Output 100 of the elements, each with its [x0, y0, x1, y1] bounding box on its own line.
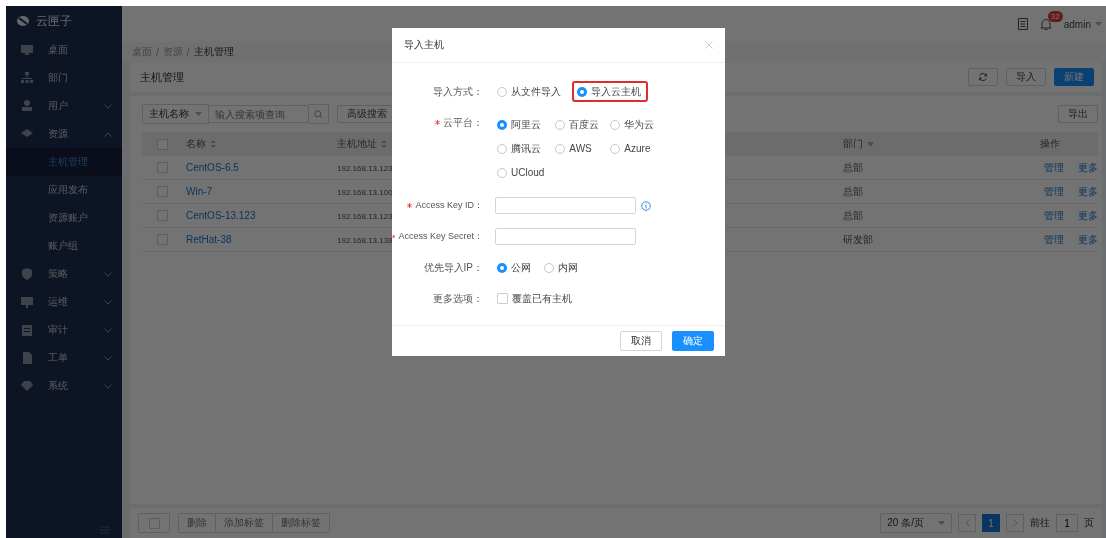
- goto-label: 前往: [1030, 516, 1050, 530]
- required-icon: [407, 203, 413, 208]
- chevron-right-icon: [1012, 519, 1018, 527]
- field-label: Access Key ID：: [415, 199, 483, 212]
- export-button[interactable]: 导出: [1058, 105, 1098, 123]
- radio-option[interactable]: 阿里云: [495, 114, 550, 135]
- cancel-button[interactable]: 取消: [620, 331, 662, 351]
- sidebar-item[interactable]: 用户: [6, 92, 122, 120]
- sidebar-item[interactable]: 系统: [6, 372, 122, 400]
- action-link[interactable]: 更多: [1074, 184, 1098, 199]
- page-size-select[interactable]: 20 条/页: [880, 513, 952, 533]
- user-name[interactable]: admin: [1063, 18, 1091, 30]
- host-name-link[interactable]: CentOS-6.5: [182, 162, 239, 173]
- radio-option[interactable]: Azure: [608, 138, 660, 159]
- chevron-left-icon: [964, 519, 970, 527]
- action-link[interactable]: 更多: [1074, 160, 1098, 175]
- caret-icon[interactable]: [195, 112, 202, 116]
- chevron-down-icon: [104, 327, 112, 333]
- page-suffix: 页: [1084, 516, 1094, 530]
- chevron-down-icon: [104, 271, 112, 277]
- page-title: 主机管理: [140, 69, 185, 85]
- action-link[interactable]: 更多: [1074, 232, 1098, 247]
- sort-icon[interactable]: [210, 140, 216, 148]
- field-label: 更多选项：: [433, 291, 483, 306]
- column-header: 操作: [1040, 137, 1060, 151]
- action-link[interactable]: 管理: [1040, 184, 1064, 199]
- breadcrumb-item: 主机管理: [193, 45, 234, 59]
- screen-icon: [20, 295, 34, 309]
- action-link[interactable]: 更多: [1074, 208, 1098, 223]
- previous-page-button[interactable]: [958, 514, 976, 532]
- field-label: 导入方式：: [433, 84, 483, 99]
- department-cell-text: 研发部: [842, 233, 873, 245]
- field-label: 云平台：: [443, 115, 483, 130]
- row-checkbox[interactable]: [156, 210, 168, 221]
- radio-option[interactable]: 华为云: [608, 114, 660, 135]
- bell-icon[interactable]: [1039, 17, 1052, 31]
- import-button[interactable]: 导入: [1006, 68, 1046, 86]
- close-icon[interactable]: [705, 41, 713, 49]
- radio-option[interactable]: 导入云主机: [572, 81, 648, 102]
- chevron-down-icon: [104, 355, 112, 361]
- sidebar-subitem[interactable]: 账户组: [6, 232, 122, 260]
- filter-icon[interactable]: [867, 141, 874, 147]
- caret-icon[interactable]: [938, 521, 945, 525]
- field-label: 优先导入IP：: [423, 260, 483, 275]
- radio-option[interactable]: 从文件导入: [495, 81, 566, 102]
- action-link[interactable]: 管理: [1040, 232, 1064, 247]
- app-logo: 云匣子: [36, 12, 72, 30]
- host-address: 192.168.13.138: [336, 236, 393, 245]
- action-link[interactable]: 管理: [1040, 160, 1064, 175]
- select-all-checkbox[interactable]: [156, 138, 168, 150]
- row-checkbox[interactable]: [156, 186, 168, 197]
- sitemap-icon: [20, 71, 34, 85]
- page-number[interactable]: 1: [982, 514, 1000, 532]
- caret-icon[interactable]: [1095, 22, 1102, 26]
- refresh-button[interactable]: [968, 68, 998, 86]
- host-address: 192.168.13.123: [336, 164, 393, 173]
- checkbox-option[interactable]: 覆盖已有主机: [495, 288, 577, 309]
- search-field-select[interactable]: 主机名称: [142, 104, 209, 124]
- chevron-down-icon: [104, 299, 112, 305]
- department-cell-text: 总部: [842, 185, 863, 197]
- document-icon: [20, 351, 34, 365]
- row-checkbox[interactable]: [156, 162, 168, 173]
- column-header: 名称: [186, 137, 206, 151]
- text-input[interactable]: [495, 197, 636, 214]
- search-button[interactable]: [309, 104, 329, 124]
- chevron-down-icon: [104, 103, 112, 109]
- row-checkbox[interactable]: [156, 234, 168, 245]
- radio-option[interactable]: 百度云: [553, 114, 605, 135]
- host-address: 192.168.13.100: [336, 188, 393, 197]
- text-input[interactable]: [495, 228, 636, 245]
- bulk-select-button[interactable]: [138, 513, 170, 533]
- radio-option[interactable]: 公网: [495, 257, 536, 278]
- field-label: Access Key Secret：: [398, 230, 483, 243]
- goto-page-input[interactable]: 1: [1056, 514, 1078, 532]
- column-header: 部门: [843, 137, 863, 151]
- radio-option[interactable]: 腾讯云: [495, 138, 550, 159]
- radio-option[interactable]: UCloud: [495, 162, 550, 183]
- breadcrumb-separator: /: [156, 46, 159, 58]
- document-icon[interactable]: [1017, 18, 1028, 30]
- next-page-button[interactable]: [1006, 514, 1024, 532]
- required-icon: [435, 120, 440, 125]
- monitor-icon: [20, 43, 34, 57]
- host-name-link[interactable]: RetHat-38: [182, 234, 232, 245]
- create-button[interactable]: 新建: [1054, 68, 1094, 86]
- department-cell-text: 总部: [842, 161, 863, 173]
- info-icon[interactable]: [641, 200, 651, 211]
- action-link[interactable]: 管理: [1040, 208, 1064, 223]
- sort-icon[interactable]: [381, 140, 387, 148]
- radio-option[interactable]: 内网: [542, 257, 583, 278]
- radio-option[interactable]: AWS: [553, 138, 605, 159]
- logo-icon: [16, 15, 30, 27]
- sidebar-item[interactable]: 桌面: [6, 36, 122, 64]
- breadcrumb-separator: /: [186, 46, 190, 58]
- host-name-link[interactable]: Win-7: [182, 186, 213, 197]
- host-address: 192.168.13.123: [336, 212, 393, 221]
- host-name-link[interactable]: CentOS-13.123: [182, 210, 256, 221]
- diamond-icon: [20, 379, 34, 393]
- sidebar-item[interactable]: 策略: [6, 260, 122, 288]
- refresh-icon: [978, 72, 988, 82]
- confirm-button[interactable]: 确定: [672, 331, 714, 351]
